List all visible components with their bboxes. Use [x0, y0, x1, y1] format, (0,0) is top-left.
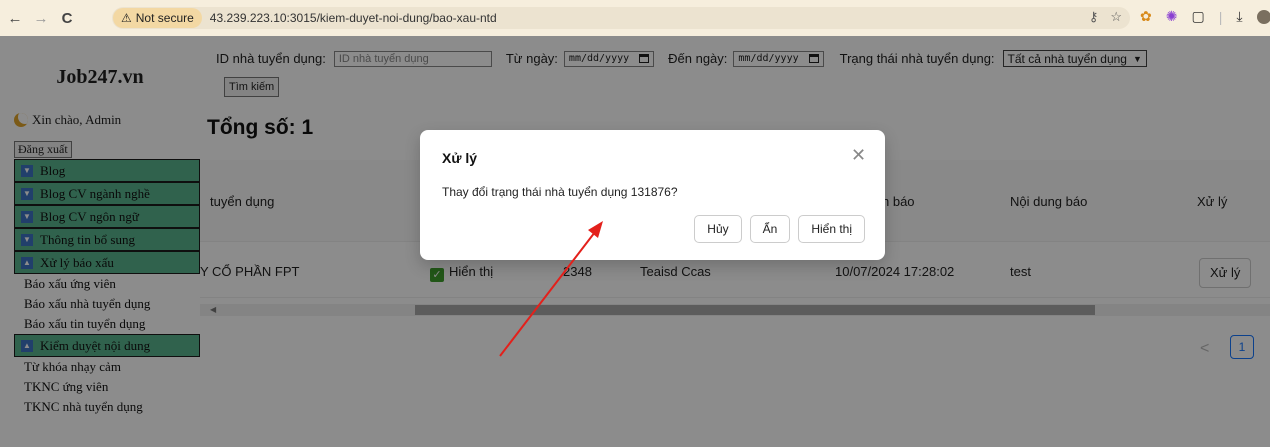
- dialog-actions: Hủy Ẩn Hiển thị: [694, 215, 865, 243]
- toolbar-divider: |: [1218, 8, 1223, 25]
- forward-arrow-icon[interactable]: →: [30, 7, 52, 29]
- reload-icon[interactable]: C: [56, 7, 78, 29]
- key-icon[interactable]: ⚷: [1089, 9, 1099, 25]
- extension-icon[interactable]: ✺: [1166, 8, 1178, 25]
- dialog-title: Xử lý: [442, 150, 478, 166]
- address-bar[interactable]: ⚠ Not secure 43.239.223.10:3015/kiem-duy…: [112, 7, 1130, 29]
- cancel-button[interactable]: Hủy: [694, 215, 742, 243]
- close-icon[interactable]: ✕: [851, 146, 866, 164]
- hide-button[interactable]: Ẩn: [749, 215, 791, 243]
- show-button[interactable]: Hiển thị: [798, 215, 865, 243]
- star-icon[interactable]: ☆: [1110, 9, 1122, 25]
- browser-toolbar: ← → C ⚠ Not secure 43.239.223.10:3015/ki…: [0, 0, 1270, 36]
- warning-icon: ⚠: [121, 11, 132, 25]
- confirm-dialog: Xử lý ✕ Thay đổi trạng thái nhà tuyển dụ…: [420, 130, 885, 260]
- url-text: 43.239.223.10:3015/kiem-duyet-noi-dung/b…: [209, 11, 497, 25]
- extension-icon[interactable]: ✿: [1140, 8, 1152, 25]
- back-arrow-icon[interactable]: ←: [4, 7, 26, 29]
- security-indicator[interactable]: ⚠ Not secure: [113, 8, 202, 28]
- puzzle-icon[interactable]: ▢: [1191, 8, 1204, 25]
- avatar[interactable]: [1256, 9, 1270, 24]
- security-label: Not secure: [135, 11, 194, 25]
- dialog-message: Thay đổi trạng thái nhà tuyển dụng 13187…: [442, 185, 678, 199]
- download-icon[interactable]: ⤓: [1236, 8, 1242, 25]
